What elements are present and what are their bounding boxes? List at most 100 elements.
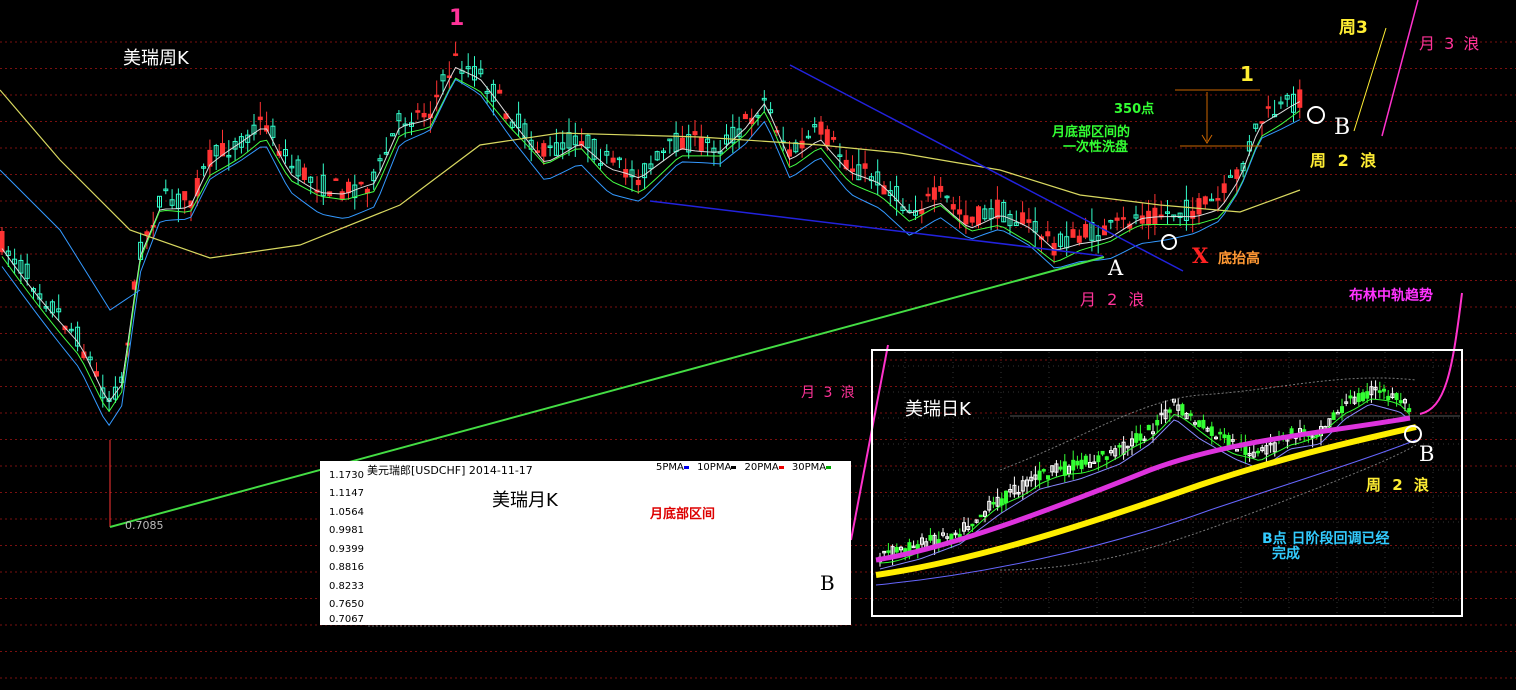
weekly-candle-body <box>301 167 307 181</box>
weekly-candle-body <box>963 215 969 225</box>
weekly-candle-body <box>1045 231 1051 237</box>
legend-20pma: 20PMA <box>744 462 779 473</box>
wave-1-right-label: 1 <box>1240 62 1254 86</box>
weekly-candle-body <box>1202 196 1208 205</box>
weekly-candle-body <box>994 199 1000 219</box>
week-2-wave-daily-label: 周 2 浪 <box>1366 476 1432 494</box>
y-tick-label: 0.8816 <box>329 562 364 573</box>
weekly-candle-body <box>610 157 616 163</box>
weekly-candle-body <box>358 181 364 185</box>
wash-label-line2: 一次性洗盘 <box>1063 140 1129 155</box>
weekly-candle-body <box>339 191 345 200</box>
x-mark: X <box>1192 243 1209 268</box>
weekly-candle-body <box>635 179 641 186</box>
y-tick-label: 0.8233 <box>329 581 364 592</box>
weekly-candle-body <box>925 193 931 197</box>
weekly-candle-body <box>1265 106 1271 109</box>
weekly-candle-body <box>497 89 503 94</box>
weekly-candle-body <box>1297 89 1303 108</box>
weekly-candle-body <box>346 181 351 194</box>
weekly-candle-body <box>938 185 944 192</box>
circle-x <box>1161 234 1177 250</box>
weekly-candle-body <box>976 206 981 226</box>
y-tick-label: 0.7650 <box>329 599 364 610</box>
weekly-candle-body <box>1221 183 1227 193</box>
weekly-candle-body <box>692 131 698 136</box>
weekly-candle-body <box>824 129 830 147</box>
week-3-label: 周3 <box>1339 18 1368 38</box>
y-tick-label: 0.9399 <box>329 544 364 555</box>
weekly-ma-blue <box>0 169 141 311</box>
weekly-candle-body <box>1196 198 1202 215</box>
weekly-candle-body <box>194 178 200 197</box>
weekly-candle-body <box>950 204 956 210</box>
month-3-wave-mid-label: 月 3 浪 <box>801 385 857 401</box>
weekly-candle-body <box>799 140 805 149</box>
month3-wave-line <box>1381 0 1419 137</box>
legend-10pma: 10PMA <box>697 462 732 473</box>
weekly-candle-body <box>862 163 868 169</box>
monthly-header: 美元瑞郎[USDCHF] 2014-11-17 <box>367 464 533 477</box>
weekly-candle-body <box>144 231 150 236</box>
monthly-range-label: 月底部区间 <box>650 507 716 522</box>
circle-b-weekly <box>1307 106 1325 124</box>
upper-trendline <box>789 64 1184 272</box>
y-tick-label: 1.0564 <box>329 507 364 518</box>
weekly-candle-body <box>818 121 824 135</box>
b-done-label-line2: 完成 <box>1272 546 1300 562</box>
y-tick-label: 0.9981 <box>329 525 364 536</box>
weekly-candle-body <box>1234 169 1240 179</box>
point-a-label: A <box>1108 256 1124 280</box>
weekly-candle-body <box>333 178 339 181</box>
wave-1-label: 1 <box>449 6 465 31</box>
y-tick-label: 0.7067 <box>329 614 364 625</box>
bollinger-trend-label: 布林中轨趋势 <box>1349 288 1433 304</box>
point-b-monthly: B <box>820 571 835 595</box>
weekly-candle-body <box>264 125 270 132</box>
weekly-candle-body <box>698 136 704 152</box>
legend-5pma-swatch <box>683 465 689 469</box>
weekly-candle-body <box>1120 217 1126 220</box>
weekly-candle-body <box>831 137 837 140</box>
legend-5pma: 5PMA <box>656 462 684 473</box>
week3-wave-line <box>1353 27 1387 132</box>
monthly-chart-panel: 美元瑞郎[USDCHF] 2014-11-17 5PMA 10PMA 20PMA… <box>320 461 851 625</box>
weekly-candle-body <box>1070 229 1076 238</box>
low-price-label: 0.7085 <box>125 519 164 532</box>
weekly-candle-body <box>421 112 427 118</box>
y-tick-label: 1.1147 <box>329 488 364 499</box>
weekly-candle-body <box>1083 224 1089 238</box>
weekly-candle-body <box>1076 235 1082 243</box>
point-b-weekly: B <box>1334 115 1351 140</box>
weekly-candle-body <box>257 116 263 121</box>
weekly-candle-body <box>415 110 421 113</box>
weekly-candle-body <box>1026 219 1032 223</box>
legend-10pma-swatch <box>731 465 737 469</box>
point-b-daily: B <box>1419 442 1435 466</box>
weekly-candle-body <box>679 137 685 150</box>
legend-20pma-swatch <box>778 465 784 469</box>
monthly-chart-title: 美瑞月K <box>492 490 558 511</box>
weekly-candle-body <box>182 191 188 201</box>
weekly-candle-body <box>453 53 459 56</box>
weekly-candle-body <box>742 113 748 120</box>
weekly-candle-body <box>957 209 963 215</box>
weekly-candle-body <box>434 94 440 98</box>
legend-30pma: 30PMA <box>791 462 827 473</box>
month-3-wave-label: 月 3 浪 <box>1419 34 1482 53</box>
weekly-candle-body <box>1215 198 1221 201</box>
weekly-candle-body <box>969 216 975 223</box>
weekly-candle-body <box>1020 212 1026 225</box>
weekly-candle-body <box>1114 217 1120 221</box>
weekly-candle-body <box>541 143 547 157</box>
bottom-raise-label: 底抬高 <box>1218 251 1260 267</box>
y-tick-label: 1.1730 <box>329 470 364 481</box>
weekly-candle-body <box>931 187 937 200</box>
legend-30pma-swatch <box>826 465 832 469</box>
weekly-chart-title: 美瑞周K <box>123 48 189 69</box>
daily-chart-title: 美瑞日K <box>905 399 971 420</box>
weekly-candle-body <box>850 168 855 172</box>
month-2-wave-label: 月 2 浪 <box>1080 290 1148 309</box>
monthly-legend: 5PMA 10PMA 20PMA 30PMA <box>656 462 836 473</box>
points-350-label: 350点 <box>1114 102 1155 117</box>
